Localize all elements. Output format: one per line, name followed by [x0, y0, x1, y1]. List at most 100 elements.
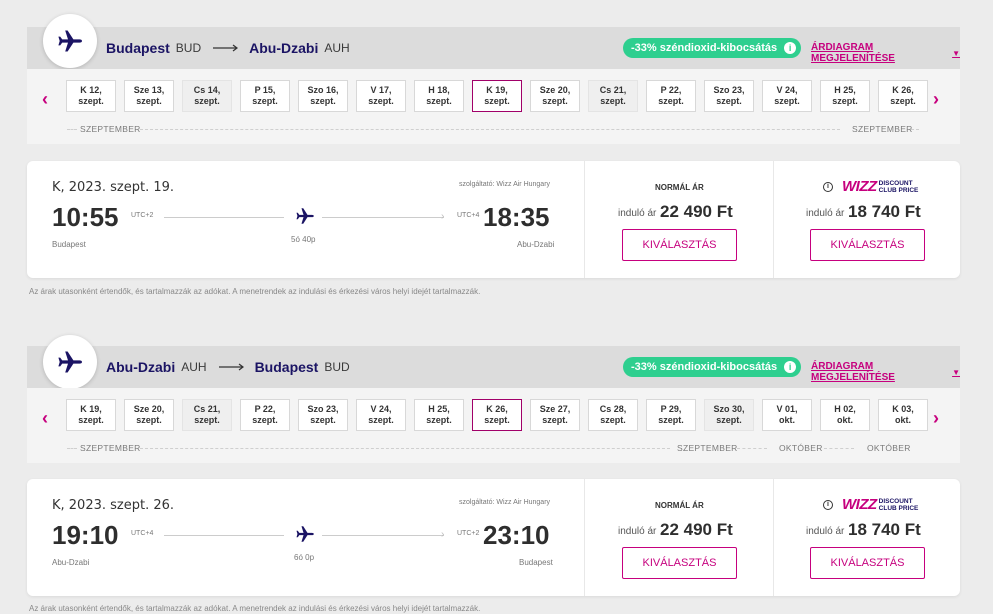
price-chart-link[interactable]: ÁRDIAGRAM MEGJELENÍTÉSE ▼ [811, 42, 960, 64]
chevron-left-icon[interactable]: ‹ [42, 89, 48, 110]
club-from-label: induló ár [806, 526, 845, 537]
club-price: 18 740 Ft [848, 202, 921, 221]
club-from-label: induló ár [806, 208, 845, 219]
price-chart-label: ÁRDIAGRAM MEGJELENÍTÉSE [811, 42, 895, 64]
club-line2: CLUB PRICE [878, 186, 919, 194]
operator-label: szolgáltató: Wizz Air Hungary [459, 181, 551, 188]
info-icon[interactable]: i [823, 499, 833, 510]
date-chip[interactable]: V 17, szept. [356, 80, 406, 112]
origin-city: Abu-Dzabi [106, 359, 176, 375]
month-label: SZEPTEMBER [677, 443, 738, 453]
date-chip[interactable]: Cs 14, szept. [182, 80, 232, 112]
co2-label: -33% széndioxid-kibocsátás [631, 361, 778, 373]
month-divider [737, 448, 767, 449]
date-chip[interactable]: H 18, szept. [414, 80, 464, 112]
date-chip[interactable]: K 26, szept. [878, 80, 928, 112]
origin-code: AUH [181, 360, 207, 374]
info-icon[interactable]: i [784, 361, 797, 373]
flight-duration: 5ó 40p [291, 235, 316, 244]
date-chip[interactable]: Szo 30, szept. [704, 399, 754, 431]
date-chip[interactable]: H 25, szept. [414, 399, 464, 431]
date-chip-month: szept. [426, 415, 452, 425]
price-chart-link[interactable]: ÁRDIAGRAM MEGJELENÍTÉSE ▼ [811, 361, 960, 383]
club-line1: DISCOUNT [878, 497, 913, 505]
date-chip[interactable]: P 15, szept. [240, 80, 290, 112]
dest-city: Budapest [254, 359, 319, 375]
date-chip[interactable]: K 26, szept. [472, 399, 522, 431]
date-chip[interactable]: Sze 13, szept. [124, 80, 174, 112]
date-chip-month: szept. [252, 415, 278, 425]
operator-label: szolgáltató: Wizz Air Hungary [459, 499, 551, 506]
select-normal-button[interactable]: KIVÁLASZTÁS [622, 229, 737, 261]
info-icon[interactable]: i [784, 42, 797, 54]
date-chip-month: szept. [658, 415, 684, 425]
date-chip[interactable]: Cs 28, szept. [588, 399, 638, 431]
select-club-button[interactable]: KIVÁLASZTÁS [810, 547, 925, 579]
date-chip[interactable]: Szo 23, szept. [298, 399, 348, 431]
date-chip[interactable]: Szo 23, szept. [704, 80, 754, 112]
date-chip[interactable]: V 01, okt. [762, 399, 812, 431]
date-chip[interactable]: P 22, szept. [646, 80, 696, 112]
date-chip-day: K 26, [892, 85, 914, 95]
date-chip[interactable]: K 12, szept. [66, 80, 116, 112]
flight-line [322, 217, 444, 218]
date-chip[interactable]: P 29, szept. [646, 399, 696, 431]
date-chip[interactable]: K 19, szept. [472, 80, 522, 112]
chevron-right-icon[interactable]: › [933, 89, 939, 110]
route-arrow-icon [213, 44, 239, 52]
date-chip-day: K 19, [80, 404, 102, 414]
airplane-icon [294, 205, 316, 232]
outbound-header: Budapest BUD Abu-Dzabi AUH -33% széndiox… [27, 27, 960, 69]
date-chip-day: V 24, [776, 85, 798, 95]
date-chip[interactable]: Cs 21, szept. [182, 399, 232, 431]
date-chip-month: szept. [78, 415, 104, 425]
date-chip[interactable]: Cs 21, szept. [588, 80, 638, 112]
arrival-time: 23:10 [483, 520, 550, 550]
date-chip-day: P 22, [254, 404, 276, 414]
outbound-date-selector: ‹ K 12, szept. Sze 13, szept. Cs 14, szept. P … [27, 69, 960, 144]
inbound-date-selector: ‹ K 19, szept. Sze 20, szept. Cs 21, szept. P … [27, 388, 960, 463]
co2-label: -33% széndioxid-kibocsátás [631, 42, 778, 54]
info-icon[interactable]: i [823, 181, 833, 192]
normal-from-label: induló ár [618, 208, 657, 219]
date-chip[interactable]: K 19, szept. [66, 399, 116, 431]
date-chip-month: szept. [194, 415, 220, 425]
route-arrow-icon [218, 363, 245, 371]
date-chip-day: K 03, [892, 404, 914, 414]
month-divider [911, 129, 919, 130]
date-chip-month: okt. [894, 415, 911, 425]
date-chip-day: Sze 20, [133, 404, 165, 414]
date-chip[interactable]: K 03, okt. [878, 399, 928, 431]
date-chip[interactable]: V 24, szept. [762, 80, 812, 112]
date-chip[interactable]: P 22, szept. [240, 399, 290, 431]
outbound-flight-card: K, 2023. szept. 19. szolgáltató: Wizz Ai… [27, 161, 960, 278]
date-chip[interactable]: V 24, szept. [356, 399, 406, 431]
date-chip-month: szept. [600, 415, 626, 425]
date-chip-month: okt. [778, 415, 795, 425]
date-chip[interactable]: H 02, okt. [820, 399, 870, 431]
flight-line [164, 217, 284, 218]
date-chip-month: szept. [716, 415, 742, 425]
select-normal-button[interactable]: KIVÁLASZTÁS [622, 547, 737, 579]
date-chip-month: szept. [194, 96, 220, 106]
chevron-right-icon[interactable]: › [933, 408, 939, 429]
date-chip[interactable]: Szo 16, szept. [298, 80, 348, 112]
arrival-place: Budapest [519, 558, 553, 567]
date-chip[interactable]: Sze 20, szept. [124, 399, 174, 431]
normal-price: 22 490 Ft [660, 520, 733, 539]
date-chip[interactable]: Sze 27, szept. [530, 399, 580, 431]
chevron-left-icon[interactable]: ‹ [42, 408, 48, 429]
date-chip-day: Szo 23, [307, 404, 339, 414]
co2-badge[interactable]: -33% széndioxid-kibocsátás i [623, 38, 802, 58]
departure-time: 10:55 [52, 202, 119, 232]
arrival-place: Abu-Dzabi [517, 240, 555, 249]
select-club-button[interactable]: KIVÁLASZTÁS [810, 229, 925, 261]
inbound-header: Abu-Dzabi AUH Budapest BUD -33% széndiox… [27, 346, 960, 388]
airplane-logo-icon [43, 335, 97, 389]
date-chip[interactable]: H 25, szept. [820, 80, 870, 112]
date-chip-day: K 26, [486, 404, 508, 414]
date-chip[interactable]: Sze 20, szept. [530, 80, 580, 112]
departure-place: Budapest [52, 240, 86, 249]
co2-badge[interactable]: -33% széndioxid-kibocsátás i [623, 357, 802, 377]
normal-from-label: induló ár [618, 526, 657, 537]
